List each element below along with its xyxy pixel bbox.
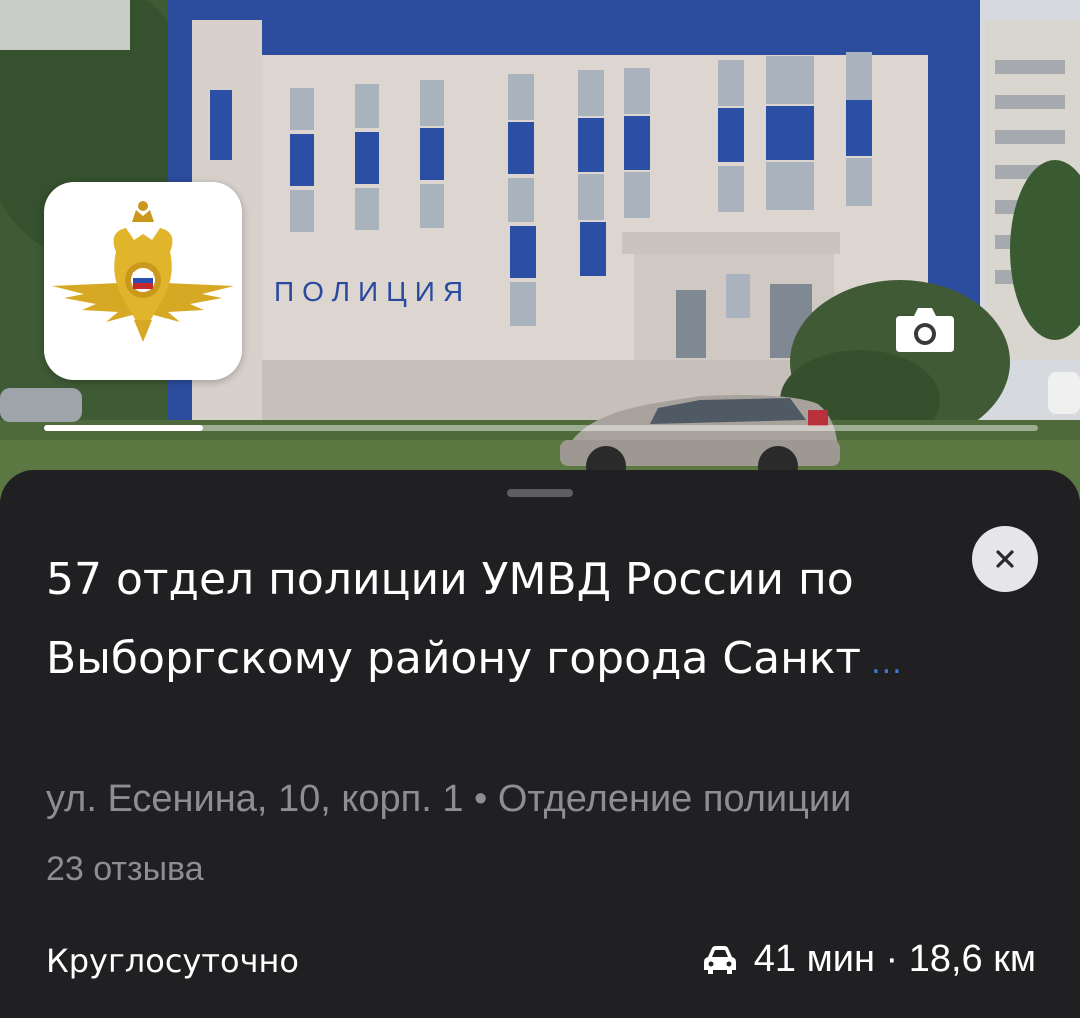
place-title-text: 57 отдел полиции УМВД России по Выборгск… <box>46 554 862 684</box>
gallery-progress <box>44 425 1038 431</box>
route-info[interactable]: 41 мин · 18,6 км <box>702 938 1036 981</box>
gallery-progress-fill <box>44 425 204 431</box>
car-icon <box>703 945 736 974</box>
title-expand-ellipsis[interactable]: ... <box>871 646 903 681</box>
place-card-sheet: 57 отдел полиции УМВД России по Выборгск… <box>0 470 1080 1018</box>
reviews-link[interactable]: 23 отзыва <box>46 850 204 889</box>
place-address: ул. Есенина, 10, корп. 1 <box>46 778 464 820</box>
photo-count[interactable]: 5 <box>896 306 954 352</box>
police-emblem-icon <box>52 201 234 342</box>
organization-logo[interactable] <box>44 182 242 380</box>
building-sign: ПОЛИЦИЯ <box>274 276 472 307</box>
working-hours[interactable]: Круглосуточно <box>46 942 299 980</box>
route-separator: · <box>874 938 909 980</box>
route-distance: 18,6 км <box>908 938 1036 980</box>
sheet-drag-handle[interactable] <box>507 489 573 497</box>
place-address-category[interactable]: ул. Есенина, 10, корп. 1 • Отделение пол… <box>46 778 851 821</box>
camera-icon <box>896 308 954 352</box>
close-button[interactable] <box>972 526 1038 592</box>
close-icon <box>996 550 1014 568</box>
place-category: Отделение полиции <box>497 778 852 820</box>
route-duration: 41 мин <box>753 938 875 980</box>
place-title[interactable]: 57 отдел полиции УМВД России по Выборгск… <box>46 540 926 703</box>
address-separator: • <box>463 778 498 820</box>
place-photo[interactable]: ПОЛИЦИЯ 5 <box>0 0 1080 500</box>
